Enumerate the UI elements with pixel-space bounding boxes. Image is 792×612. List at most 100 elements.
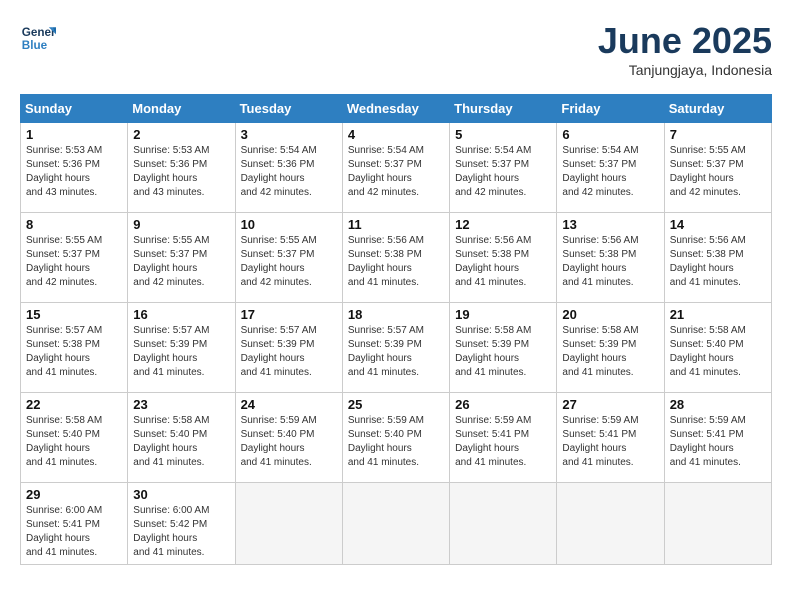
calendar-week-row: 8 Sunrise: 5:55 AM Sunset: 5:37 PM Dayli… bbox=[21, 213, 772, 303]
table-row bbox=[664, 483, 771, 565]
day-number: 30 bbox=[133, 487, 229, 502]
title-block: June 2025 Tanjungjaya, Indonesia bbox=[598, 20, 772, 78]
day-info: Sunrise: 5:56 AM Sunset: 5:38 PM Dayligh… bbox=[348, 234, 444, 290]
day-number: 1 bbox=[26, 127, 122, 142]
table-row: 16 Sunrise: 5:57 AM Sunset: 5:39 PM Dayl… bbox=[128, 303, 235, 393]
day-info: Sunrise: 5:57 AM Sunset: 5:39 PM Dayligh… bbox=[133, 324, 229, 380]
day-info: Sunrise: 5:59 AM Sunset: 5:40 PM Dayligh… bbox=[241, 414, 337, 470]
day-info: Sunrise: 5:59 AM Sunset: 5:41 PM Dayligh… bbox=[455, 414, 551, 470]
col-monday: Monday bbox=[128, 95, 235, 123]
col-thursday: Thursday bbox=[450, 95, 557, 123]
day-number: 17 bbox=[241, 307, 337, 322]
table-row: 26 Sunrise: 5:59 AM Sunset: 5:41 PM Dayl… bbox=[450, 393, 557, 483]
table-row: 13 Sunrise: 5:56 AM Sunset: 5:38 PM Dayl… bbox=[557, 213, 664, 303]
day-info: Sunrise: 5:58 AM Sunset: 5:40 PM Dayligh… bbox=[26, 414, 122, 470]
table-row: 9 Sunrise: 5:55 AM Sunset: 5:37 PM Dayli… bbox=[128, 213, 235, 303]
day-info: Sunrise: 5:53 AM Sunset: 5:36 PM Dayligh… bbox=[26, 144, 122, 200]
table-row: 24 Sunrise: 5:59 AM Sunset: 5:40 PM Dayl… bbox=[235, 393, 342, 483]
table-row: 27 Sunrise: 5:59 AM Sunset: 5:41 PM Dayl… bbox=[557, 393, 664, 483]
day-number: 3 bbox=[241, 127, 337, 142]
day-number: 9 bbox=[133, 217, 229, 232]
day-info: Sunrise: 5:57 AM Sunset: 5:38 PM Dayligh… bbox=[26, 324, 122, 380]
calendar-week-row: 29 Sunrise: 6:00 AM Sunset: 5:41 PM Dayl… bbox=[21, 483, 772, 565]
day-number: 15 bbox=[26, 307, 122, 322]
day-info: Sunrise: 5:59 AM Sunset: 5:41 PM Dayligh… bbox=[562, 414, 658, 470]
day-number: 10 bbox=[241, 217, 337, 232]
table-row: 18 Sunrise: 5:57 AM Sunset: 5:39 PM Dayl… bbox=[342, 303, 449, 393]
table-row: 28 Sunrise: 5:59 AM Sunset: 5:41 PM Dayl… bbox=[664, 393, 771, 483]
table-row: 30 Sunrise: 6:00 AM Sunset: 5:42 PM Dayl… bbox=[128, 483, 235, 565]
calendar-week-row: 15 Sunrise: 5:57 AM Sunset: 5:38 PM Dayl… bbox=[21, 303, 772, 393]
table-row: 25 Sunrise: 5:59 AM Sunset: 5:40 PM Dayl… bbox=[342, 393, 449, 483]
col-sunday: Sunday bbox=[21, 95, 128, 123]
day-info: Sunrise: 6:00 AM Sunset: 5:42 PM Dayligh… bbox=[133, 504, 229, 560]
day-number: 25 bbox=[348, 397, 444, 412]
table-row: 2 Sunrise: 5:53 AM Sunset: 5:36 PM Dayli… bbox=[128, 123, 235, 213]
table-row: 5 Sunrise: 5:54 AM Sunset: 5:37 PM Dayli… bbox=[450, 123, 557, 213]
col-wednesday: Wednesday bbox=[342, 95, 449, 123]
day-number: 11 bbox=[348, 217, 444, 232]
page-header: General Blue June 2025 Tanjungjaya, Indo… bbox=[20, 20, 772, 78]
day-info: Sunrise: 5:54 AM Sunset: 5:37 PM Dayligh… bbox=[562, 144, 658, 200]
day-number: 14 bbox=[670, 217, 766, 232]
day-number: 5 bbox=[455, 127, 551, 142]
table-row: 10 Sunrise: 5:55 AM Sunset: 5:37 PM Dayl… bbox=[235, 213, 342, 303]
table-row: 3 Sunrise: 5:54 AM Sunset: 5:36 PM Dayli… bbox=[235, 123, 342, 213]
day-number: 21 bbox=[670, 307, 766, 322]
day-info: Sunrise: 5:57 AM Sunset: 5:39 PM Dayligh… bbox=[241, 324, 337, 380]
day-number: 8 bbox=[26, 217, 122, 232]
day-info: Sunrise: 5:57 AM Sunset: 5:39 PM Dayligh… bbox=[348, 324, 444, 380]
day-info: Sunrise: 5:55 AM Sunset: 5:37 PM Dayligh… bbox=[241, 234, 337, 290]
day-info: Sunrise: 5:59 AM Sunset: 5:41 PM Dayligh… bbox=[670, 414, 766, 470]
day-number: 13 bbox=[562, 217, 658, 232]
day-info: Sunrise: 5:55 AM Sunset: 5:37 PM Dayligh… bbox=[670, 144, 766, 200]
day-info: Sunrise: 5:56 AM Sunset: 5:38 PM Dayligh… bbox=[670, 234, 766, 290]
calendar-header-row: Sunday Monday Tuesday Wednesday Thursday… bbox=[21, 95, 772, 123]
day-number: 23 bbox=[133, 397, 229, 412]
day-number: 16 bbox=[133, 307, 229, 322]
logo: General Blue bbox=[20, 20, 56, 56]
day-info: Sunrise: 6:00 AM Sunset: 5:41 PM Dayligh… bbox=[26, 504, 122, 560]
day-number: 20 bbox=[562, 307, 658, 322]
table-row: 11 Sunrise: 5:56 AM Sunset: 5:38 PM Dayl… bbox=[342, 213, 449, 303]
table-row: 6 Sunrise: 5:54 AM Sunset: 5:37 PM Dayli… bbox=[557, 123, 664, 213]
table-row bbox=[557, 483, 664, 565]
day-number: 28 bbox=[670, 397, 766, 412]
table-row: 15 Sunrise: 5:57 AM Sunset: 5:38 PM Dayl… bbox=[21, 303, 128, 393]
table-row: 20 Sunrise: 5:58 AM Sunset: 5:39 PM Dayl… bbox=[557, 303, 664, 393]
table-row: 19 Sunrise: 5:58 AM Sunset: 5:39 PM Dayl… bbox=[450, 303, 557, 393]
day-info: Sunrise: 5:53 AM Sunset: 5:36 PM Dayligh… bbox=[133, 144, 229, 200]
calendar-week-row: 22 Sunrise: 5:58 AM Sunset: 5:40 PM Dayl… bbox=[21, 393, 772, 483]
day-number: 12 bbox=[455, 217, 551, 232]
day-info: Sunrise: 5:58 AM Sunset: 5:40 PM Dayligh… bbox=[133, 414, 229, 470]
svg-text:Blue: Blue bbox=[22, 39, 48, 52]
day-info: Sunrise: 5:55 AM Sunset: 5:37 PM Dayligh… bbox=[26, 234, 122, 290]
table-row bbox=[235, 483, 342, 565]
table-row: 1 Sunrise: 5:53 AM Sunset: 5:36 PM Dayli… bbox=[21, 123, 128, 213]
day-info: Sunrise: 5:58 AM Sunset: 5:39 PM Dayligh… bbox=[562, 324, 658, 380]
table-row: 22 Sunrise: 5:58 AM Sunset: 5:40 PM Dayl… bbox=[21, 393, 128, 483]
day-info: Sunrise: 5:56 AM Sunset: 5:38 PM Dayligh… bbox=[562, 234, 658, 290]
month-title: June 2025 bbox=[598, 20, 772, 62]
day-number: 19 bbox=[455, 307, 551, 322]
day-number: 29 bbox=[26, 487, 122, 502]
day-number: 18 bbox=[348, 307, 444, 322]
day-info: Sunrise: 5:59 AM Sunset: 5:40 PM Dayligh… bbox=[348, 414, 444, 470]
calendar-table: Sunday Monday Tuesday Wednesday Thursday… bbox=[20, 94, 772, 565]
col-tuesday: Tuesday bbox=[235, 95, 342, 123]
table-row: 4 Sunrise: 5:54 AM Sunset: 5:37 PM Dayli… bbox=[342, 123, 449, 213]
table-row: 29 Sunrise: 6:00 AM Sunset: 5:41 PM Dayl… bbox=[21, 483, 128, 565]
day-number: 6 bbox=[562, 127, 658, 142]
day-number: 24 bbox=[241, 397, 337, 412]
location: Tanjungjaya, Indonesia bbox=[598, 62, 772, 78]
table-row: 17 Sunrise: 5:57 AM Sunset: 5:39 PM Dayl… bbox=[235, 303, 342, 393]
day-info: Sunrise: 5:56 AM Sunset: 5:38 PM Dayligh… bbox=[455, 234, 551, 290]
day-info: Sunrise: 5:58 AM Sunset: 5:40 PM Dayligh… bbox=[670, 324, 766, 380]
day-number: 2 bbox=[133, 127, 229, 142]
day-info: Sunrise: 5:58 AM Sunset: 5:39 PM Dayligh… bbox=[455, 324, 551, 380]
day-info: Sunrise: 5:54 AM Sunset: 5:37 PM Dayligh… bbox=[455, 144, 551, 200]
col-friday: Friday bbox=[557, 95, 664, 123]
day-number: 4 bbox=[348, 127, 444, 142]
day-number: 22 bbox=[26, 397, 122, 412]
day-info: Sunrise: 5:54 AM Sunset: 5:36 PM Dayligh… bbox=[241, 144, 337, 200]
